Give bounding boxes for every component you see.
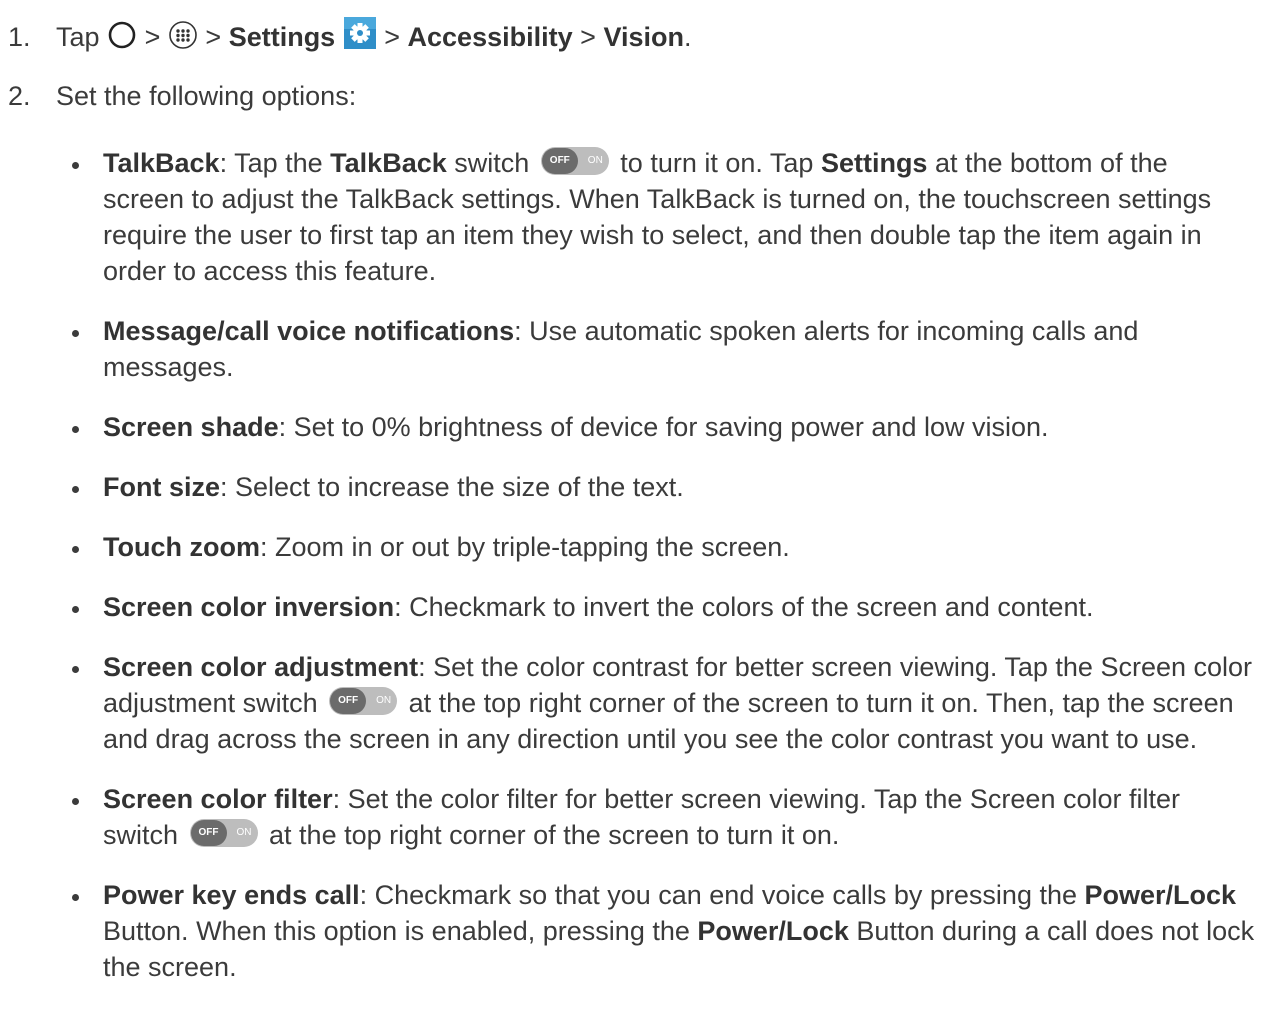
options-list: TalkBack: Tap the TalkBack switch OFF ON … (70, 145, 1255, 1009)
step-2: 2. Set the following options: (8, 78, 356, 114)
item-term: Font size (103, 472, 221, 502)
item-text: to turn it on. Tap (612, 148, 821, 178)
item-bold: Power/Lock (697, 916, 849, 946)
settings-gear-icon (343, 16, 377, 59)
item-term: TalkBack (103, 148, 220, 178)
toggle-on-label: ON (376, 695, 392, 706)
item-bold: Settings (820, 148, 928, 178)
item-text: : Set to 0% brightness of device for sav… (278, 412, 1049, 442)
item-text: at the top right corner of the screen to… (261, 820, 840, 850)
step-1: 1. Tap > > Settings > Accessibility > Vi… (8, 16, 691, 59)
apps-icon (168, 20, 198, 59)
toggle-on-label: ON (236, 827, 252, 838)
list-item-color-filter: Screen color filter: Set the color filte… (70, 781, 1255, 853)
list-item-font-size: Font size: Select to increase the size o… (70, 469, 1255, 505)
settings-label: Settings (228, 22, 336, 52)
list-item-touch-zoom: Touch zoom: Zoom in or out by triple-tap… (70, 529, 1255, 565)
vision-label: Vision (603, 22, 684, 52)
toggle-on-label: ON (587, 155, 603, 166)
item-text: : Zoom in or out by triple-tapping the s… (259, 532, 790, 562)
toggle-off-label: OFF (198, 827, 219, 838)
item-term: Screen shade (103, 412, 279, 442)
step-2-text: Set the following options: (56, 81, 357, 111)
item-term: Screen color inversion (103, 592, 395, 622)
item-text: Button. When this option is enabled, pre… (103, 916, 698, 946)
item-term: Touch zoom (103, 532, 260, 562)
list-item-color-adjustment: Screen color adjustment: Set the color c… (70, 649, 1255, 757)
toggle-off-label: OFF (549, 155, 570, 166)
item-text: : Tap the (219, 148, 331, 178)
item-term: Power key ends call (103, 880, 360, 910)
separator: > (144, 22, 161, 52)
item-text: : Checkmark so that you can end voice ca… (359, 880, 1085, 910)
off-on-toggle-icon: OFF ON (329, 687, 398, 715)
item-text: : Checkmark to invert the colors of the … (394, 592, 1094, 622)
step-number: 2. (8, 81, 31, 111)
period: . (683, 22, 692, 52)
off-on-toggle-icon: OFF ON (540, 147, 609, 175)
list-item-talkback: TalkBack: Tap the TalkBack switch OFF ON … (70, 145, 1255, 289)
item-term: Message/call voice notifications (103, 316, 515, 346)
home-circle-icon (107, 20, 137, 59)
toggle-off-label: OFF (338, 695, 359, 706)
list-item-power-key: Power key ends call: Checkmark so that y… (70, 877, 1255, 985)
item-term: Screen color adjustment (103, 652, 419, 682)
separator: > (205, 22, 222, 52)
item-text: switch (446, 148, 530, 178)
item-bold: TalkBack (330, 148, 447, 178)
item-term: Screen color filter (103, 784, 333, 814)
list-item-screen-shade: Screen shade: Set to 0% brightness of de… (70, 409, 1255, 445)
item-bold: Power/Lock (1084, 880, 1237, 910)
item-text: : Select to increase the size of the tex… (220, 472, 684, 502)
list-item-voice-notifications: Message/call voice notifications: Use au… (70, 313, 1255, 385)
separator: > (580, 22, 596, 52)
tap-text: Tap (56, 22, 100, 52)
accessibility-label: Accessibility (407, 22, 573, 52)
list-item-color-inversion: Screen color inversion: Checkmark to inv… (70, 589, 1255, 625)
page: 1. Tap > > Settings > Accessibility > Vi… (0, 0, 1261, 1030)
separator: > (384, 22, 401, 52)
step-number: 1. (8, 22, 31, 52)
off-on-toggle-icon: OFF ON (189, 819, 258, 847)
